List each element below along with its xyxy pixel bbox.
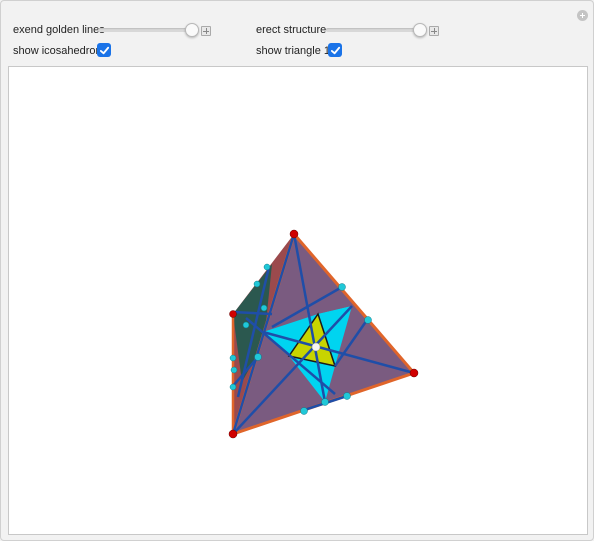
checkbox-triangle-label: show triangle 1 (256, 45, 330, 57)
slider-erect-structure-track[interactable] (326, 28, 424, 32)
checkmark-icon (99, 46, 109, 54)
graphics-3d-viewport[interactable] (8, 66, 588, 535)
checkbox-icosahedron[interactable] (97, 43, 111, 57)
slider-golden-lines-track[interactable] (98, 28, 196, 32)
checkbox-icosahedron-label: show icosahedron (13, 45, 102, 57)
options-plus-icon[interactable] (577, 10, 588, 21)
slider-erect-structure-label: erect structure (256, 24, 327, 36)
app-frame: exend golden lines erect structure show … (0, 0, 594, 541)
slider-erect-structure-thumb[interactable] (413, 23, 427, 37)
slider-golden-lines-thumb[interactable] (185, 23, 199, 37)
slider-golden-lines-label: exend golden lines (13, 24, 105, 36)
checkmark-icon (330, 46, 340, 54)
slider-erect-structure-plus-icon[interactable] (429, 26, 439, 36)
center-sphere (311, 342, 321, 352)
checkbox-triangle[interactable] (328, 43, 342, 57)
tetrahedron-scene (228, 229, 419, 439)
slider-golden-lines-plus-icon[interactable] (201, 26, 211, 36)
